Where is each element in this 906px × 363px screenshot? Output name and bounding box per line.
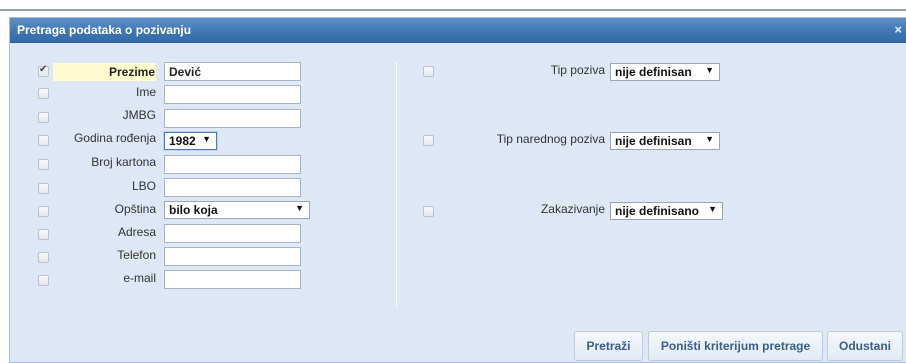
cancel-button[interactable]: Odustani <box>827 331 903 361</box>
tip-narednog-select[interactable]: nije definisan ▼ <box>610 132 720 150</box>
email-checkbox[interactable] <box>38 275 49 286</box>
telefon-input[interactable] <box>164 247 301 266</box>
zakazivanje-checkbox[interactable] <box>423 206 434 217</box>
adresa-checkbox[interactable] <box>38 229 49 240</box>
chevron-down-icon: ▼ <box>705 134 714 144</box>
window-top-edge <box>0 0 906 11</box>
search-button[interactable]: Pretraži <box>574 331 643 361</box>
lbo-input[interactable] <box>164 178 301 197</box>
tip-poziva-checkbox[interactable] <box>423 66 434 77</box>
broj-kartona-label: Broj kartona <box>91 155 156 169</box>
godina-label: Godina rođenja <box>73 131 156 145</box>
chevron-down-icon: ▼ <box>705 65 714 75</box>
adresa-input[interactable] <box>164 224 301 243</box>
godina-value: 1982 <box>169 134 196 148</box>
lbo-label: LBO <box>131 179 156 193</box>
close-icon[interactable]: × <box>894 22 902 37</box>
ime-checkbox[interactable] <box>38 88 49 99</box>
telefon-checkbox[interactable] <box>38 252 49 263</box>
opstina-value: bilo koja <box>169 203 218 217</box>
zakazivanje-label: Zakazivanje <box>540 202 605 216</box>
search-dialog: Pretraga podataka o pozivanju × Prezime … <box>9 17 906 363</box>
tip-narednog-checkbox[interactable] <box>423 135 434 146</box>
chevron-down-icon: ▼ <box>202 134 211 144</box>
jmbg-checkbox[interactable] <box>38 112 49 123</box>
tip-narednog-label: Tip narednog poziva <box>496 132 605 146</box>
prezime-checkbox[interactable] <box>38 64 49 77</box>
reset-criteria-button[interactable]: Poništi kriterijum pretrage <box>648 331 823 361</box>
chevron-down-icon: ▼ <box>295 203 304 213</box>
godina-select[interactable]: 1982 ▼ <box>164 132 217 150</box>
broj-kartona-checkbox[interactable] <box>38 159 49 170</box>
tip-poziva-label: Tip poziva <box>550 63 605 77</box>
broj-kartona-input[interactable] <box>164 155 301 174</box>
email-input[interactable] <box>164 270 301 289</box>
zakazivanje-value: nije definisano <box>615 204 700 218</box>
jmbg-label: JMBG <box>122 108 156 122</box>
tip-narednog-value: nije definisan <box>615 134 692 148</box>
jmbg-input[interactable] <box>164 109 301 128</box>
chevron-down-icon: ▼ <box>708 204 717 214</box>
ime-label: Ime <box>135 85 156 99</box>
adresa-label: Adresa <box>117 225 156 239</box>
column-divider <box>396 62 397 307</box>
dialog-title: Pretraga podataka o pozivanju <box>17 23 192 37</box>
godina-checkbox[interactable] <box>38 135 49 146</box>
opstina-label: Opština <box>114 202 156 216</box>
zakazivanje-select[interactable]: nije definisano ▼ <box>610 202 723 220</box>
lbo-checkbox[interactable] <box>38 183 49 194</box>
prezime-label-text: Prezime <box>108 65 155 79</box>
tip-poziva-select[interactable]: nije definisan ▼ <box>610 63 720 81</box>
ime-input[interactable] <box>164 85 301 104</box>
email-label: e-mail <box>123 271 156 285</box>
prezime-input[interactable]: Dević <box>164 62 301 81</box>
opstina-checkbox[interactable] <box>38 206 49 217</box>
dialog-titlebar: Pretraga podataka o pozivanju × <box>10 18 906 43</box>
prezime-label: Prezime <box>53 63 156 81</box>
tip-poziva-value: nije definisan <box>615 65 692 79</box>
opstina-select[interactable]: bilo koja ▼ <box>164 201 310 219</box>
telefon-label: Telefon <box>117 248 156 262</box>
